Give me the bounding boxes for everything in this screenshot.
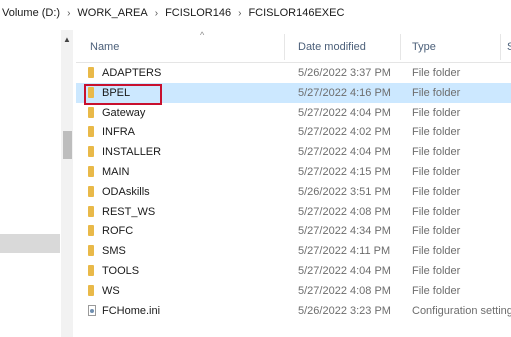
navigation-scrollbar-thumb[interactable] (63, 131, 72, 159)
file-name: Gateway (102, 106, 146, 119)
file-name: WS (102, 284, 120, 297)
file-date-modified: 5/27/2022 4:04 PM (298, 106, 391, 119)
breadcrumb-work-area[interactable]: WORK_AREA (75, 7, 149, 19)
file-row-ws[interactable]: WS 5/27/2022 4:08 PM File folder (76, 281, 511, 301)
sort-ascending-icon: ^ (200, 30, 205, 40)
file-date-modified: 5/27/2022 4:08 PM (298, 205, 391, 218)
file-row-tools[interactable]: TOOLS 5/27/2022 4:04 PM File folder (76, 261, 511, 281)
file-type: File folder (412, 146, 461, 159)
file-name: SMS (102, 245, 126, 258)
column-divider[interactable] (400, 34, 401, 60)
file-type: Configuration settings (412, 304, 511, 317)
file-type: File folder (412, 106, 461, 119)
file-date-modified: 5/27/2022 4:34 PM (298, 225, 391, 238)
folder-icon (88, 245, 94, 257)
file-name: ADAPTERS (102, 67, 162, 79)
file-date-modified: 5/26/2022 3:51 PM (298, 185, 391, 198)
column-divider[interactable] (284, 34, 285, 60)
file-date-modified: 5/27/2022 4:11 PM (298, 245, 391, 258)
file-date-modified: 5/27/2022 4:04 PM (298, 264, 391, 277)
file-date-modified: 5/27/2022 4:15 PM (298, 165, 391, 178)
file-type: File folder (412, 245, 461, 258)
folder-icon (88, 106, 94, 118)
file-row-fchome-ini[interactable]: FCHome.ini 5/26/2022 3:23 PM Configurati… (76, 301, 511, 321)
column-header-row: ^ Name Date modified Type S (76, 30, 511, 63)
file-type: File folder (412, 67, 461, 79)
file-row-installer[interactable]: INSTALLER 5/27/2022 4:04 PM File folder (76, 142, 511, 162)
file-type: File folder (412, 126, 461, 139)
highlight-annotation-box (84, 84, 162, 105)
folder-icon (88, 225, 94, 237)
column-header-date-modified[interactable]: Date modified (298, 41, 366, 53)
folder-icon (88, 185, 94, 197)
breadcrumb-separator-icon[interactable]: › (233, 8, 246, 19)
file-name: FCHome.ini (102, 304, 161, 317)
folder-icon (88, 67, 94, 78)
file-row-main[interactable]: MAIN 5/27/2022 4:15 PM File folder (76, 162, 511, 182)
file-row-gateway[interactable]: Gateway 5/27/2022 4:04 PM File folder (76, 103, 511, 123)
file-row-adapters[interactable]: ADAPTERS 5/26/2022 3:37 PM File folder (76, 63, 511, 83)
file-date-modified: 5/27/2022 4:08 PM (298, 284, 391, 297)
navigation-selected-item[interactable] (0, 234, 60, 253)
column-divider[interactable] (500, 34, 501, 60)
folder-icon (88, 205, 94, 217)
file-type: File folder (412, 185, 461, 198)
file-type: File folder (412, 165, 461, 178)
file-type: File folder (412, 205, 461, 218)
folder-icon (88, 146, 94, 158)
file-name: INSTALLER (102, 146, 162, 159)
file-date-modified: 5/26/2022 3:37 PM (298, 67, 391, 79)
navigation-scrollbar[interactable] (61, 30, 73, 337)
breadcrumb-separator-icon[interactable]: › (150, 8, 163, 19)
file-name: INFRA (102, 126, 135, 139)
column-header-name[interactable]: Name (90, 41, 119, 53)
file-date-modified: 5/27/2022 4:04 PM (298, 146, 391, 159)
file-date-modified: 5/26/2022 3:23 PM (298, 304, 391, 317)
file-row-odaskills[interactable]: ODAskills 5/26/2022 3:51 PM File folder (76, 182, 511, 202)
file-type: File folder (412, 225, 461, 238)
file-date-modified: 5/27/2022 4:16 PM (298, 86, 391, 99)
file-name: ROFC (102, 225, 134, 238)
file-type: File folder (412, 264, 461, 277)
file-name: REST_WS (102, 205, 156, 218)
breadcrumb-fcislor146[interactable]: FCISLOR146 (163, 7, 233, 19)
config-file-icon (88, 304, 96, 316)
file-row-rofc[interactable]: ROFC 5/27/2022 4:34 PM File folder (76, 221, 511, 241)
breadcrumb-fcislor146exec[interactable]: FCISLOR146EXEC (246, 7, 346, 19)
column-header-type[interactable]: Type (412, 41, 436, 53)
gear-icon (90, 308, 94, 313)
file-name: ODAskills (102, 185, 150, 198)
breadcrumb-volume[interactable]: Volume (D:) (0, 7, 62, 19)
column-header-size[interactable]: S (507, 41, 511, 53)
file-name: TOOLS (102, 264, 140, 277)
file-row-sms[interactable]: SMS 5/27/2022 4:11 PM File folder (76, 241, 511, 261)
file-row-rest-ws[interactable]: REST_WS 5/27/2022 4:08 PM File folder (76, 202, 511, 222)
breadcrumb-bar: Volume (D:) › WORK_AREA › FCISLOR146 › F… (0, 0, 511, 26)
file-type: File folder (412, 284, 461, 297)
folder-icon (88, 264, 94, 276)
breadcrumb-separator-icon[interactable]: › (62, 8, 75, 19)
folder-icon (88, 165, 94, 177)
folder-icon (88, 126, 94, 138)
folder-icon (88, 284, 94, 296)
file-date-modified: 5/27/2022 4:02 PM (298, 126, 391, 139)
file-row-infra[interactable]: INFRA 5/27/2022 4:02 PM File folder (76, 122, 511, 142)
file-name: MAIN (102, 165, 130, 178)
file-type: File folder (412, 86, 461, 99)
scroll-up-arrow-icon[interactable]: ▲ (61, 34, 73, 46)
